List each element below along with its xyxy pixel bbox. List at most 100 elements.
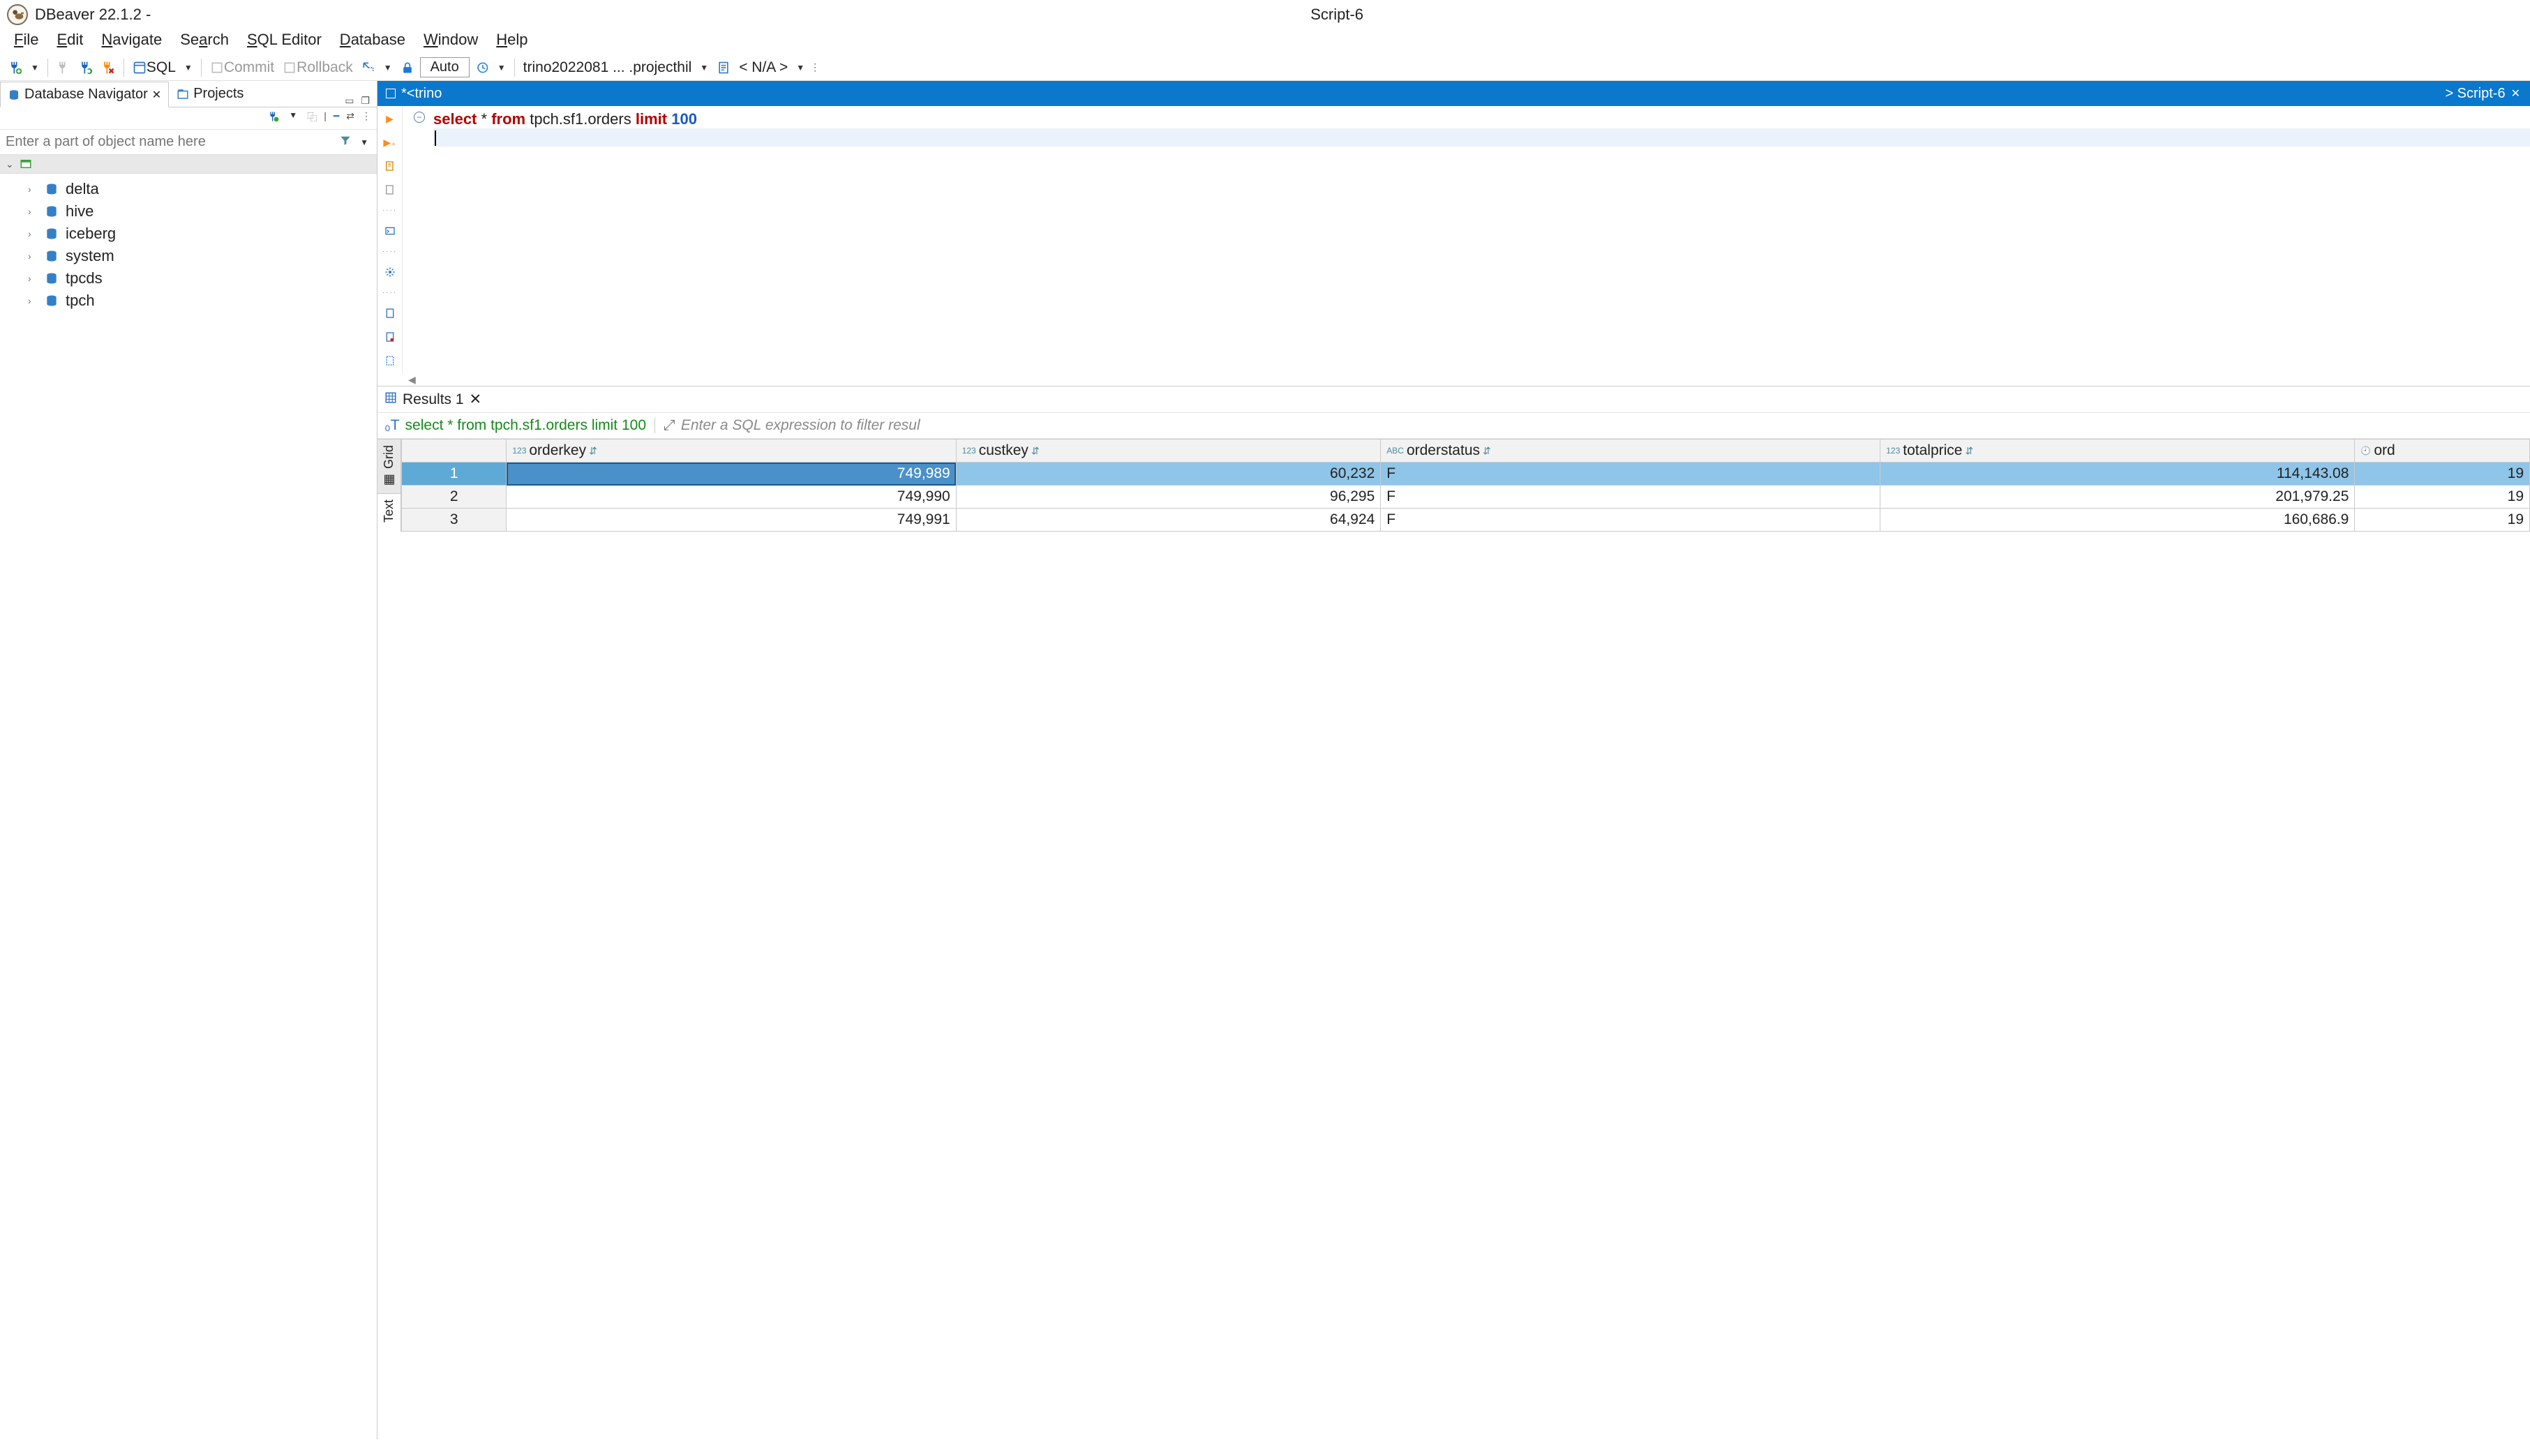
chevron-right-icon[interactable]: › (28, 206, 38, 217)
load-script-icon[interactable] (383, 354, 397, 368)
show-output-icon[interactable] (383, 224, 397, 238)
new-connection-menu[interactable]: ▼ (286, 110, 300, 126)
execute-script-icon[interactable] (383, 159, 397, 173)
transaction-mode-dropdown[interactable]: ▼ (381, 63, 395, 73)
filter-icon[interactable] (339, 134, 352, 151)
schema-dropdown[interactable]: ▼ (793, 63, 807, 73)
catalog-item-tpcds[interactable]: › tpcds (0, 267, 377, 290)
menu-window[interactable]: Window (424, 31, 478, 49)
row-number[interactable]: 1 (402, 463, 507, 486)
results-filter-input[interactable]: Enter a SQL expression to filter resul (681, 417, 2523, 434)
editor-tab-trino[interactable]: *<trino (377, 86, 450, 102)
new-script-icon[interactable] (383, 306, 397, 320)
menu-search[interactable]: Search (180, 31, 229, 49)
editor-tab-script[interactable]: > Script-6 ✕ (2435, 86, 2530, 102)
transaction-mode-button[interactable] (359, 59, 378, 76)
cell-orderstatus[interactable]: F (1381, 463, 1880, 486)
cell-orderdate[interactable]: 19 (2355, 509, 2530, 532)
sql-editor-textarea[interactable]: − select * from tpch.sf1.orders limit 10… (403, 106, 2530, 373)
chevron-right-icon[interactable]: › (28, 250, 38, 262)
execute-statement-icon[interactable]: ▶ (383, 112, 397, 126)
cell-totalprice[interactable]: 201,979.25 (1880, 486, 2355, 509)
expand-filter-icon[interactable]: ⤢ (664, 417, 675, 434)
select-all-icon[interactable]: ₀T (384, 417, 400, 434)
cell-custkey[interactable]: 60,232 (956, 463, 1381, 486)
column-orderkey[interactable]: 123orderkey⇵ (507, 440, 956, 463)
minimize-icon[interactable]: ▭ (345, 95, 354, 107)
table-row[interactable]: 2 749,990 96,295 F 201,979.25 19 (402, 486, 2530, 509)
cell-orderdate[interactable]: 19 (2355, 463, 2530, 486)
lock-icon[interactable] (398, 59, 417, 76)
menu-navigate[interactable]: Navigate (101, 31, 162, 49)
collapse-icon[interactable]: ━ (334, 110, 339, 126)
link-editor-icon[interactable]: ⇄ (346, 110, 354, 126)
chevron-right-icon[interactable]: › (28, 273, 38, 284)
column-orderdate[interactable]: 🕘ord (2355, 440, 2530, 463)
autocommit-toggle[interactable]: Auto (420, 57, 470, 77)
connection-dropdown[interactable]: ▼ (697, 63, 711, 73)
disconnect-button[interactable] (98, 59, 118, 76)
rollback-button[interactable]: Rollback (280, 58, 356, 77)
fold-toggle-icon[interactable]: − (414, 112, 425, 123)
sort-icon[interactable]: ⇵ (589, 445, 597, 457)
results-view-grid[interactable]: ▦ Grid (377, 439, 401, 493)
catalog-item-delta[interactable]: › delta (0, 178, 377, 200)
catalog-item-iceberg[interactable]: › iceberg (0, 223, 377, 245)
sort-icon[interactable]: ⇵ (1483, 445, 1491, 457)
cell-orderstatus[interactable]: F (1381, 486, 1880, 509)
row-number[interactable]: 3 (402, 509, 507, 532)
new-connection-button[interactable] (6, 59, 25, 76)
tab-database-navigator[interactable]: Database Navigator ✕ (0, 82, 169, 107)
table-row[interactable]: 3 749,991 64,924 F 160,686.9 19 (402, 509, 2530, 532)
connection-root-row[interactable]: ⌄ (0, 155, 377, 174)
grid-corner[interactable] (402, 440, 507, 463)
cell-custkey[interactable]: 96,295 (956, 486, 1381, 509)
sort-icon[interactable]: ⇵ (1965, 445, 1973, 457)
menu-help[interactable]: Help (496, 31, 527, 49)
explain-plan-icon[interactable] (383, 183, 397, 197)
execute-new-tab-icon[interactable]: ▶₊ (383, 135, 397, 149)
connect-button[interactable] (54, 59, 73, 76)
commit-button[interactable]: Commit (207, 58, 277, 77)
cell-orderstatus[interactable]: F (1381, 509, 1880, 532)
menu-edit[interactable]: Edit (57, 31, 83, 49)
cell-orderdate[interactable]: 19 (2355, 486, 2530, 509)
cell-orderkey[interactable]: 749,989 (507, 463, 956, 486)
cell-orderkey[interactable]: 749,990 (507, 486, 956, 509)
close-icon[interactable]: ✕ (470, 391, 482, 408)
cell-totalprice[interactable]: 160,686.9 (1880, 509, 2355, 532)
sql-editor-dropdown[interactable]: ▼ (181, 63, 195, 73)
chevron-down-icon[interactable]: ⌄ (6, 158, 14, 170)
results-view-text[interactable]: Text (377, 493, 401, 528)
navigator-filter-input[interactable] (0, 130, 334, 154)
menu-file[interactable]: File (14, 31, 38, 49)
close-icon[interactable]: ✕ (2511, 87, 2520, 100)
cell-custkey[interactable]: 64,924 (956, 509, 1381, 532)
catalog-item-hive[interactable]: › hive (0, 200, 377, 223)
results-tab[interactable]: Results 1 ✕ (403, 391, 481, 408)
settings-icon[interactable] (383, 265, 397, 279)
reconnect-button[interactable] (76, 59, 96, 76)
history-dropdown[interactable]: ▼ (495, 63, 509, 73)
row-number[interactable]: 2 (402, 486, 507, 509)
results-table[interactable]: 123orderkey⇵ 123custkey⇵ ABCorderstatus⇵… (401, 439, 2530, 532)
cell-orderkey[interactable]: 749,991 (507, 509, 956, 532)
table-row[interactable]: 1 749,989 60,232 F 114,143.08 19 (402, 463, 2530, 486)
maximize-icon[interactable]: ❐ (361, 95, 370, 107)
close-icon[interactable]: ✕ (152, 88, 161, 102)
sort-icon[interactable]: ⇵ (1031, 445, 1040, 457)
catalog-item-tpch[interactable]: › tpch (0, 290, 377, 312)
column-totalprice[interactable]: 123totalprice⇵ (1880, 440, 2355, 463)
tab-projects[interactable]: Projects (169, 81, 251, 107)
sql-editor-button[interactable]: SQL (130, 58, 179, 77)
cell-totalprice[interactable]: 114,143.08 (1880, 463, 2355, 486)
catalog-item-system[interactable]: › system (0, 245, 377, 267)
column-orderstatus[interactable]: ABCorderstatus⇵ (1381, 440, 1880, 463)
menu-database[interactable]: Database (340, 31, 405, 49)
editor-scroll-left-icon[interactable]: ◀ (377, 373, 2530, 386)
new-connection-icon[interactable] (268, 110, 279, 126)
menu-sql-editor[interactable]: SQL Editor (247, 31, 322, 49)
connection-selector[interactable]: trino2022081 ... .projecthil (521, 58, 695, 77)
chevron-right-icon[interactable]: › (28, 295, 38, 306)
column-custkey[interactable]: 123custkey⇵ (956, 440, 1381, 463)
